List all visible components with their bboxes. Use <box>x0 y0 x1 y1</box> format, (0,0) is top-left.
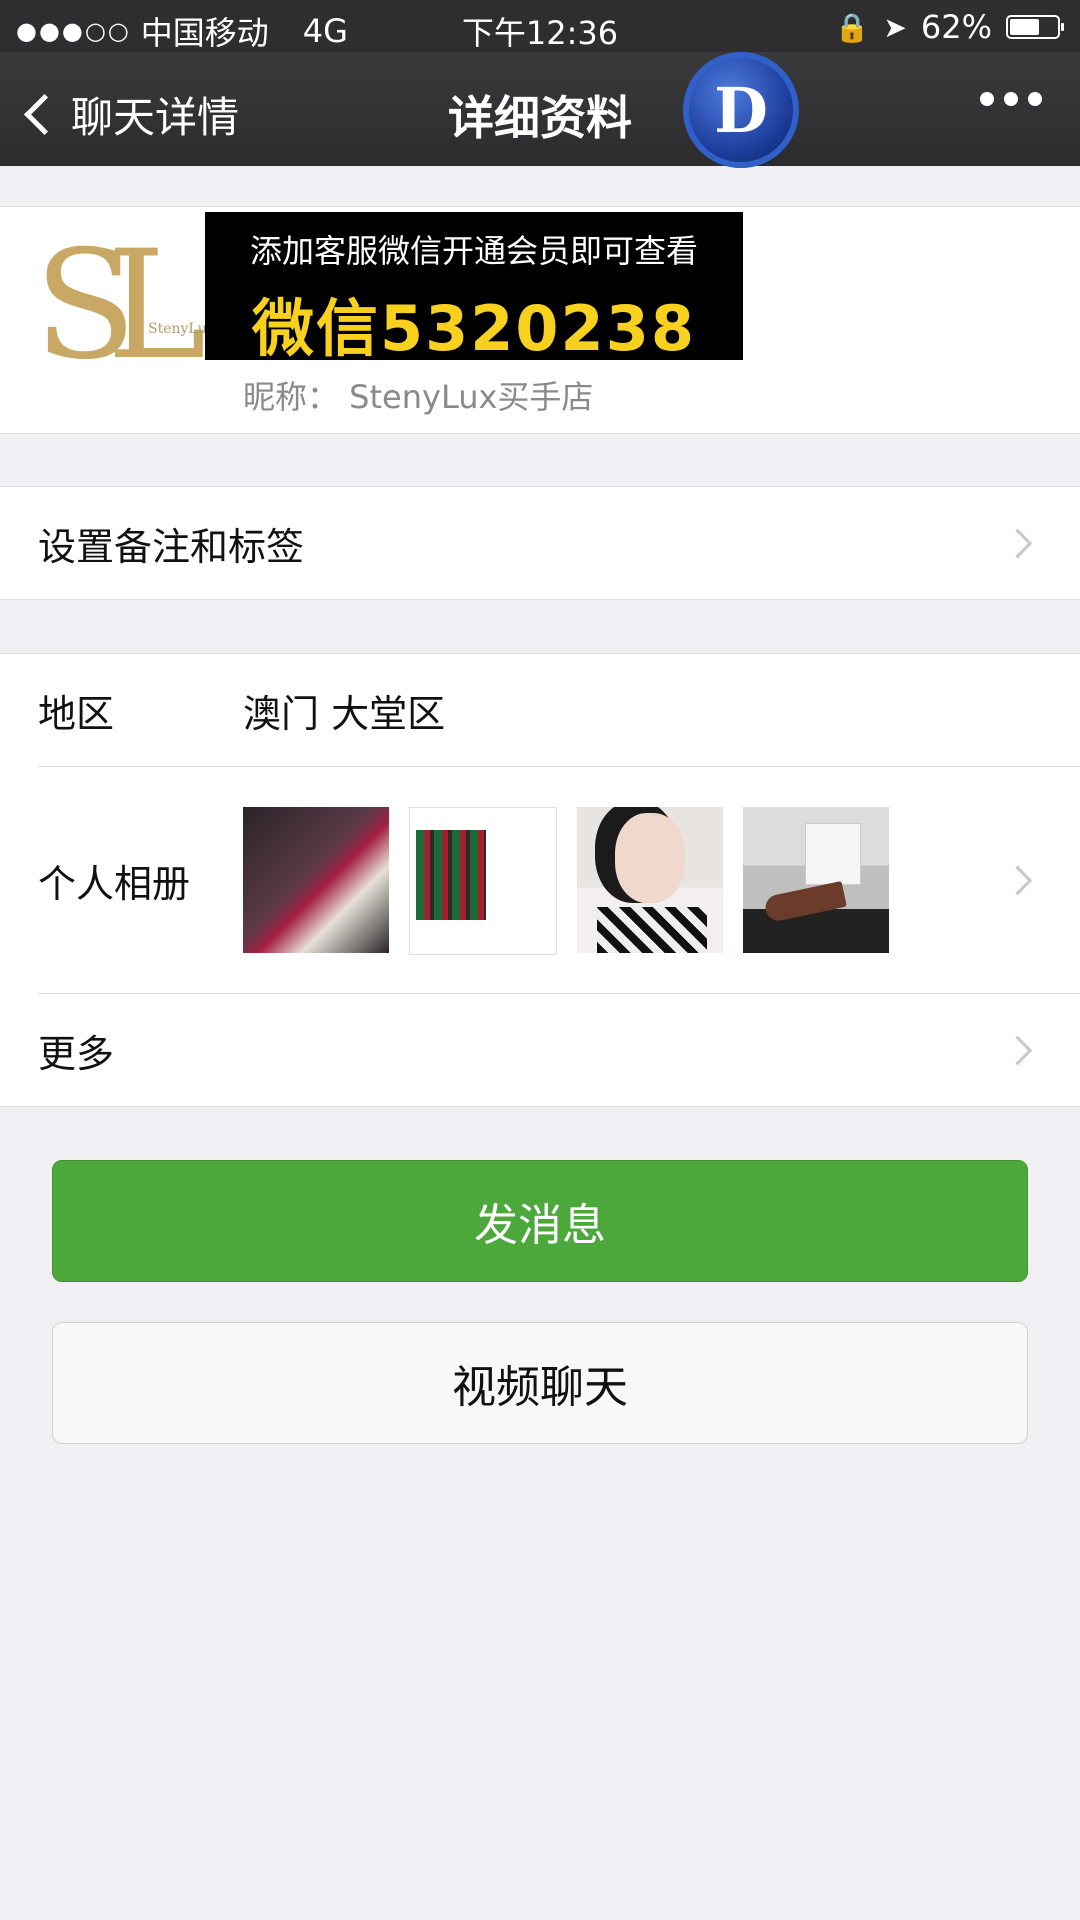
chevron-right-icon <box>1002 1035 1033 1065</box>
album-photo-shopping <box>743 807 889 953</box>
more-row[interactable]: 更多 <box>0 994 1080 1106</box>
promo-line-2: 微信5320238 <box>252 292 696 365</box>
region-row: 地区 澳门 大堂区 <box>0 654 1080 766</box>
promo-banner: 添加客服微信开通会员即可查看 微信5320238 <box>205 212 743 365</box>
more-options-icon[interactable] <box>980 92 1042 106</box>
region-label: 地区 <box>38 691 115 736</box>
battery-icon <box>1006 15 1064 39</box>
more-label: 更多 <box>38 1031 115 1076</box>
region-value: 澳门 大堂区 <box>243 691 446 736</box>
personal-album-row[interactable]: 个人相册 <box>0 767 1080 993</box>
orientation-lock-icon: 🔒 <box>834 10 870 44</box>
promo-line-1: 添加客服微信开通会员即可查看 <box>249 232 698 270</box>
chevron-right-icon <box>1002 528 1033 558</box>
album-photo-model <box>577 807 723 953</box>
watermark-logo-icon: D <box>683 52 799 168</box>
remark-group: 设置备注和标签 <box>0 486 1080 600</box>
video-chat-button[interactable]: 视频聊天 <box>52 1322 1028 1444</box>
album-photo-watches <box>243 807 389 953</box>
status-bar: ●●●○○ 中国移动 4G 下午12:36 🔒 ➤ 62% <box>0 0 1080 52</box>
avatar-logo-text: SL <box>34 219 206 393</box>
navigation-bar: 聊天详情 详细资料 D <box>0 52 1080 168</box>
set-remark-tags-label: 设置备注和标签 <box>38 524 305 569</box>
avatar[interactable]: SL StenyLux <box>10 219 215 417</box>
nickname: 昵称： StenyLux买手店 <box>243 378 594 416</box>
chevron-right-icon <box>1002 865 1033 895</box>
send-message-button[interactable]: 发消息 <box>52 1160 1028 1282</box>
info-group: 地区 澳门 大堂区 个人相册 更多 <box>0 653 1080 1107</box>
battery-percent: 62% <box>920 8 992 46</box>
page-title: 详细资料 <box>448 91 632 145</box>
profile-card: SL StenyLux 添加客服微信开通会员即可查看 微信5320238 昵称：… <box>0 206 1080 434</box>
location-arrow-icon: ➤ <box>883 10 907 44</box>
personal-album-label: 个人相册 <box>38 861 191 906</box>
set-remark-tags-row[interactable]: 设置备注和标签 <box>0 487 1080 599</box>
album-photo-magazine <box>409 807 557 955</box>
